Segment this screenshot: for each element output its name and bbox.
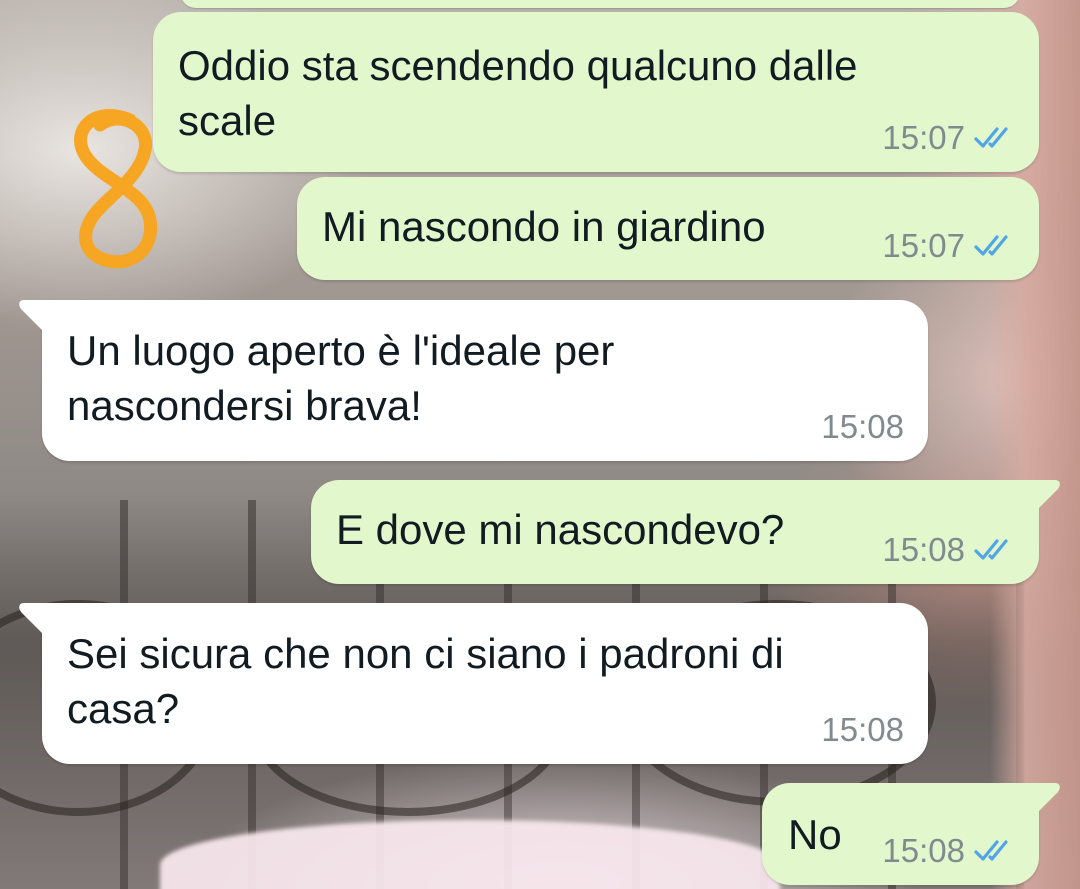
message-time: 15:08: [882, 531, 965, 568]
message-meta: 15:08: [821, 409, 904, 445]
message-bubble-incoming[interactable]: Un luogo aperto è l'ideale per nasconder…: [19, 300, 928, 461]
message-bubble-outgoing[interactable]: Oddio sta scendendo qualcuno dalle scale…: [153, 12, 1039, 172]
message-meta: 15:07: [882, 228, 1017, 264]
double-check-read-icon: [974, 127, 1008, 148]
bubble-tail: [19, 603, 58, 633]
bubble-tail: [19, 300, 58, 330]
message-time: 15:08: [821, 711, 904, 748]
bubble-tail: [1021, 480, 1060, 510]
message-time: 15:08: [821, 408, 904, 445]
message-bubble-incoming[interactable]: Sei sicura che non ci siano i padroni di…: [19, 603, 928, 764]
bubble-tail: [1021, 783, 1060, 813]
double-check-read-icon: [974, 840, 1008, 861]
message-time: 15:07: [882, 227, 965, 264]
message-bubble-outgoing[interactable]: No 15:08: [762, 783, 1060, 885]
message-bubble-outgoing[interactable]: E dove mi nascondevo? 15:08: [311, 480, 1060, 584]
message-time: 15:08: [882, 832, 965, 869]
message-meta: 15:08: [882, 532, 1017, 568]
message-meta: 15:08: [882, 833, 1017, 869]
previous-message-bubble-edge: [180, 0, 1020, 8]
message-text: Sei sicura che non ci siano i padroni di…: [67, 630, 784, 732]
message-meta: 15:07: [882, 120, 1017, 156]
double-check-read-icon: [974, 539, 1008, 560]
message-bubble-outgoing[interactable]: Mi nascondo in giardino 15:07: [297, 177, 1039, 280]
double-check-read-icon: [974, 235, 1008, 256]
message-time: 15:07: [882, 119, 965, 156]
message-meta: 15:08: [821, 712, 904, 748]
message-text: Un luogo aperto è l'ideale per nasconder…: [67, 327, 615, 429]
